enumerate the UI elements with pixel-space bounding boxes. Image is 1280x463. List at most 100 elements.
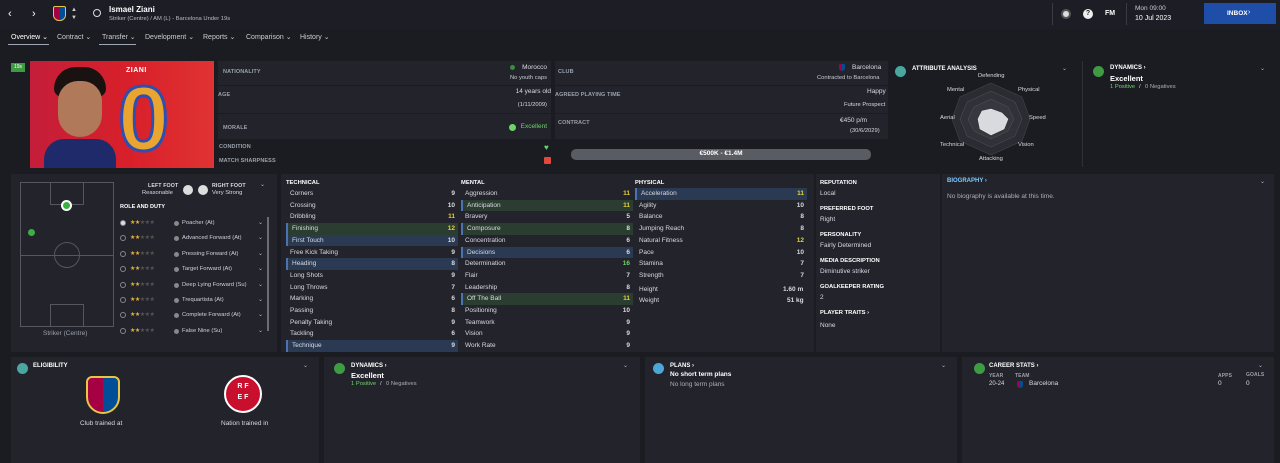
info-icon[interactable] xyxy=(174,221,179,226)
chevron-down-icon[interactable]: ⌄ xyxy=(258,216,263,231)
plans-title[interactable]: PLANS › xyxy=(670,363,694,369)
info-icon[interactable] xyxy=(174,236,179,242)
inbox-button[interactable]: INBOX › xyxy=(1204,3,1276,24)
info-icon[interactable] xyxy=(174,267,179,273)
role-row[interactable]: ★★★★★ Deep Lying Forward (Su) ⌄ xyxy=(120,278,268,293)
attribute-row[interactable]: Stamina 7 xyxy=(635,258,807,270)
nationality[interactable]: Morocco xyxy=(522,64,547,71)
dynamics-title[interactable]: DYNAMICS › xyxy=(1110,65,1146,71)
attribute-row[interactable]: Off The Ball 11 xyxy=(461,293,633,305)
attribute-row[interactable]: Jumping Reach 8 xyxy=(635,223,807,235)
chevron-down-icon[interactable]: ⌄ xyxy=(258,231,263,246)
forward-button[interactable]: › xyxy=(32,8,44,20)
radio-icon[interactable] xyxy=(120,250,126,257)
search-icon[interactable] xyxy=(93,9,101,17)
attribute-row[interactable]: Heading 8 xyxy=(286,258,458,270)
attribute-row[interactable]: Penalty Taking 9 xyxy=(286,317,458,329)
tab-overview[interactable]: Overview ⌄ xyxy=(11,33,48,41)
attribute-row[interactable]: Strength 7 xyxy=(635,270,807,282)
attribute-row[interactable]: Corners 9 xyxy=(286,188,458,200)
chevron-down-icon[interactable]: ⌄ xyxy=(1062,65,1067,72)
tab-transfer[interactable]: Transfer ⌄ xyxy=(102,33,136,41)
role-row[interactable]: ★★★★★ Trequartista (At) ⌄ xyxy=(120,293,268,308)
tab-contract[interactable]: Contract ⌄ xyxy=(57,33,91,41)
radio-icon[interactable] xyxy=(120,327,126,334)
info-icon[interactable] xyxy=(174,251,179,257)
attribute-row[interactable]: Teamwork 9 xyxy=(461,317,633,329)
tab-reports[interactable]: Reports ⌄ xyxy=(203,33,235,41)
radio-icon[interactable] xyxy=(120,266,126,273)
chevron-updown-icon[interactable]: ▲ ▼ xyxy=(71,6,77,22)
chevron-down-icon[interactable]: ⌄ xyxy=(1258,362,1263,369)
attribute-row[interactable]: Acceleration 11 xyxy=(635,188,807,200)
club-name[interactable]: Barcelona xyxy=(852,64,881,71)
fm-menu-button[interactable]: FM xyxy=(1105,10,1115,17)
attribute-row[interactable]: Finishing 12 xyxy=(286,223,458,235)
attribute-row[interactable]: Long Throws 7 xyxy=(286,282,458,294)
role-row[interactable]: ★★★★★ Complete Forward (At) ⌄ xyxy=(120,308,268,323)
attribute-row[interactable]: Bravery 5 xyxy=(461,211,633,223)
tab-comparison[interactable]: Comparison ⌄ xyxy=(246,33,292,41)
attribute-row[interactable]: Concentration 6 xyxy=(461,235,633,247)
chevron-down-icon[interactable]: ⌄ xyxy=(303,362,308,369)
role-row[interactable]: ★★★★★ Pressing Forward (At) ⌄ xyxy=(120,247,268,262)
football-icon[interactable] xyxy=(1061,9,1071,19)
tab-development[interactable]: Development ⌄ xyxy=(145,33,194,41)
attribute-row[interactable]: Flair 7 xyxy=(461,270,633,282)
attribute-row[interactable]: Natural Fitness 12 xyxy=(635,235,807,247)
biography-title[interactable]: BIOGRAPHY › xyxy=(947,178,987,184)
player-traits-label[interactable]: PLAYER TRAITS › xyxy=(820,310,869,316)
back-button[interactable]: ‹ xyxy=(8,8,20,20)
attribute-row[interactable]: Vision 9 xyxy=(461,328,633,340)
career-team[interactable]: Barcelona xyxy=(1029,380,1058,387)
info-icon[interactable] xyxy=(174,328,179,334)
tab-history[interactable]: History ⌄ xyxy=(300,33,330,41)
attribute-row[interactable]: Aggression 11 xyxy=(461,188,633,200)
attribute-row[interactable]: Work Rate 9 xyxy=(461,340,633,352)
radio-icon[interactable] xyxy=(120,281,126,288)
barcelona-crest-icon[interactable] xyxy=(53,6,66,21)
attribute-row[interactable]: Agility 10 xyxy=(635,200,807,212)
attribute-row[interactable]: Passing 8 xyxy=(286,305,458,317)
chevron-down-icon[interactable]: ⌄ xyxy=(258,278,263,293)
attribute-row[interactable]: Technique 9 xyxy=(286,340,458,352)
info-icon[interactable] xyxy=(174,313,179,319)
radio-icon[interactable] xyxy=(120,235,126,242)
chevron-down-icon[interactable]: ⌄ xyxy=(623,362,628,369)
position-marker-striker[interactable] xyxy=(61,200,72,211)
attribute-row[interactable]: Long Shots 9 xyxy=(286,270,458,282)
attribute-row[interactable]: Tackling 6 xyxy=(286,328,458,340)
attribute-row[interactable]: Anticipation 11 xyxy=(461,199,633,212)
value-bar[interactable]: €500K - €1.4M xyxy=(571,149,871,160)
chevron-down-icon[interactable]: ⌄ xyxy=(1260,65,1265,72)
attribute-row[interactable]: Crossing 10 xyxy=(286,200,458,212)
role-row[interactable]: ★★★★★ Poacher (At) ⌄ xyxy=(120,216,268,231)
attribute-row[interactable]: Pace 10 xyxy=(635,247,807,259)
info-icon[interactable] xyxy=(174,282,179,288)
dynamics-bottom-title[interactable]: DYNAMICS › xyxy=(351,363,387,369)
position-marker-aml[interactable] xyxy=(28,229,35,236)
career-stats-title[interactable]: CAREER STATS › xyxy=(989,363,1038,369)
attribute-row[interactable]: Decisions 6 xyxy=(461,246,633,259)
attribute-row[interactable]: Marking 6 xyxy=(286,293,458,305)
attribute-row[interactable]: Leadership 8 xyxy=(461,282,633,294)
chevron-down-icon[interactable]: ⌄ xyxy=(258,324,263,339)
chevron-down-icon[interactable]: ⌄ xyxy=(941,362,946,369)
attribute-row[interactable]: Composure 8 xyxy=(461,223,633,235)
role-row[interactable]: ★★★★★ Advanced Forward (At) ⌄ xyxy=(120,231,268,246)
role-row[interactable]: ★★★★★ False Nine (Su) ⌄ xyxy=(120,324,268,339)
chevron-down-icon[interactable]: ⌄ xyxy=(258,262,263,277)
attribute-row[interactable]: Positioning 10 xyxy=(461,305,633,317)
chevron-down-icon[interactable]: ⌄ xyxy=(260,181,265,188)
chevron-down-icon[interactable]: ⌄ xyxy=(258,247,263,262)
attribute-row[interactable]: Determination 16 xyxy=(461,258,633,270)
attribute-row[interactable]: First Touch 10 xyxy=(286,234,458,247)
help-icon[interactable]: ? xyxy=(1083,9,1093,19)
radio-icon[interactable] xyxy=(120,312,126,319)
chevron-down-icon[interactable]: ⌄ xyxy=(1260,178,1265,185)
info-icon[interactable] xyxy=(174,298,179,303)
role-row[interactable]: ★★★★★ Target Forward (At) ⌄ xyxy=(120,262,268,277)
attribute-row[interactable]: Balance 8 xyxy=(635,211,807,223)
radio-icon[interactable] xyxy=(120,220,126,226)
attribute-row[interactable]: Dribbling 11 xyxy=(286,211,458,223)
